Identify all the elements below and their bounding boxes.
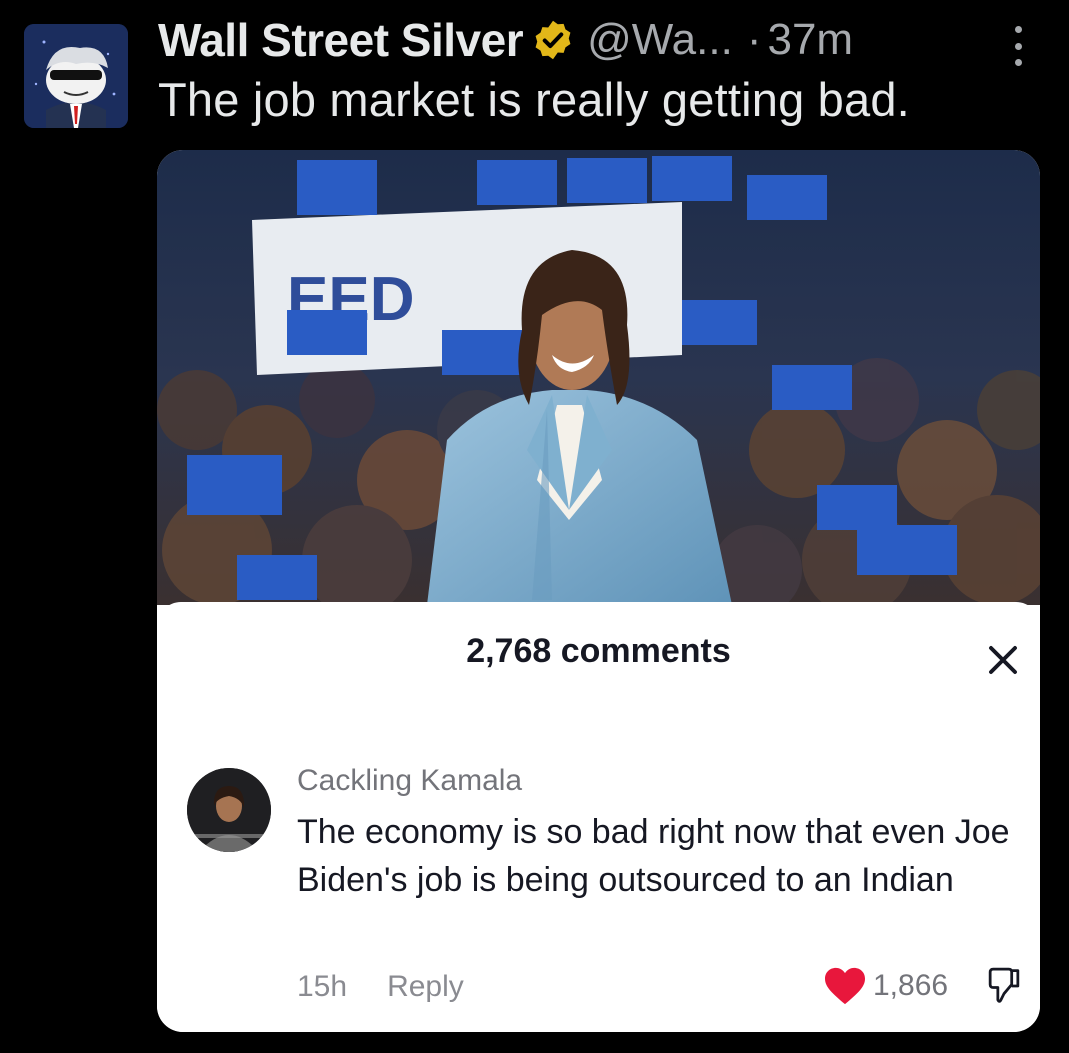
commenter-avatar[interactable] xyxy=(187,768,271,852)
like-count: 1,866 xyxy=(873,969,949,1002)
author-handle[interactable]: @Wa... xyxy=(587,15,733,65)
cartoon-investor-avatar-icon xyxy=(24,24,128,128)
tweet-timestamp[interactable]: 37m xyxy=(767,15,853,65)
verified-badge-icon xyxy=(535,20,571,60)
tweet-header: Wall Street Silver @Wa... · 37m xyxy=(158,12,853,68)
author-avatar[interactable] xyxy=(24,24,128,128)
separator-dot: · xyxy=(746,15,762,64)
dislike-icon[interactable] xyxy=(985,966,1023,1006)
comment-age: 15h xyxy=(297,970,348,1003)
comment-meta: 15h Reply xyxy=(297,970,464,1004)
comment-text: The economy is so bad right now that eve… xyxy=(297,813,1010,899)
commenter-username[interactable]: Cackling Kamala xyxy=(297,764,522,798)
rally-photo: EED xyxy=(157,150,1040,605)
comments-sheet: 2,768 comments Cackling Kamala The econo… xyxy=(157,602,1040,1032)
comment-count: 2,768 comments xyxy=(466,632,731,670)
heart-icon xyxy=(825,967,865,1005)
reply-button[interactable]: Reply xyxy=(387,970,464,1004)
tweet-media[interactable]: EED 2,768 comments Cackling Kamala The e… xyxy=(157,150,1040,1032)
more-vertical-icon[interactable] xyxy=(1008,26,1028,66)
like-button[interactable]: 1,866 xyxy=(823,966,948,1006)
author-name[interactable]: Wall Street Silver xyxy=(158,13,524,67)
tweet-text: The job market is really getting bad. xyxy=(158,73,910,126)
close-icon[interactable] xyxy=(985,642,1021,678)
